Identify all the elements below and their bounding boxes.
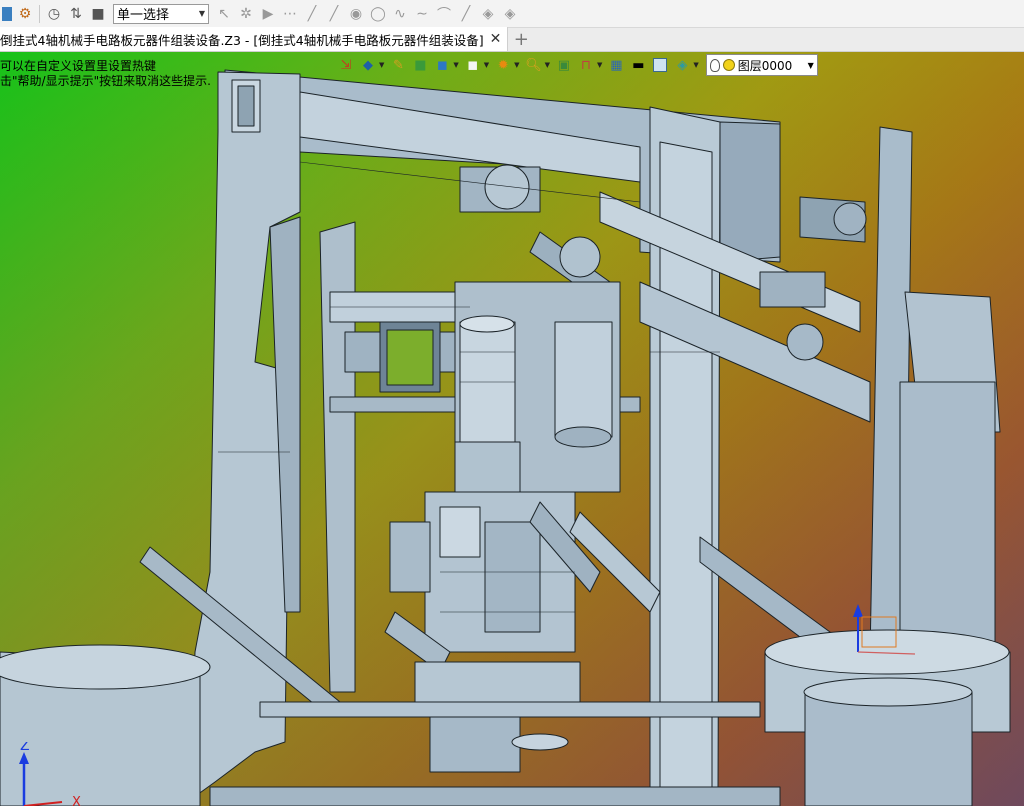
- assembly-model[interactable]: [0, 52, 1024, 806]
- document-tab-label: 倒挂式4轴机械手电路板元器件组装设备.Z3 - [倒挂式4轴机械手电路板元器件组…: [0, 32, 484, 48]
- selection-mode-select[interactable]: 单一选择 ▼: [113, 3, 209, 24]
- app-icon[interactable]: [2, 6, 12, 21]
- zoom-icon[interactable]: 🔍︎: [523, 55, 545, 75]
- circle-icon[interactable]: ◉: [347, 5, 365, 23]
- chevron-down-icon[interactable]: ▼: [453, 61, 458, 69]
- layer-color-icon: [722, 59, 735, 71]
- shape2-icon[interactable]: ◈: [501, 5, 519, 23]
- gear-icon[interactable]: ✲: [237, 5, 255, 23]
- 3d-viewport[interactable]: 可以在自定义设置里设置热键 击"帮助/显示提示"按钮来取消这些提示. ⇲ ◆ ▼ …: [0, 52, 1024, 806]
- picture-icon[interactable]: ▣: [553, 55, 575, 75]
- box-green-icon[interactable]: ■: [409, 55, 431, 75]
- bulb-icon: [709, 58, 720, 72]
- line-icon[interactable]: ╱: [303, 5, 321, 23]
- document-tab[interactable]: 倒挂式4轴机械手电路板元器件组装设备.Z3 - [倒挂式4轴机械手电路板元器件组…: [0, 27, 509, 51]
- z-axis-label: Z: [20, 742, 30, 754]
- point-icon[interactable]: ⋯: [281, 5, 299, 23]
- chevron-down-icon: ▼: [807, 60, 814, 70]
- chevron-down-icon[interactable]: ▼: [545, 61, 550, 69]
- axis-triad: Z X: [19, 742, 81, 806]
- color-swatch-icon[interactable]: [649, 55, 671, 75]
- layers-icon[interactable]: ◈: [671, 55, 693, 75]
- chevron-down-icon: ▼: [198, 9, 205, 18]
- import-icon[interactable]: ⇲: [335, 55, 357, 75]
- stop-icon[interactable]: ■: [89, 5, 107, 23]
- display-icon[interactable]: ▦: [605, 55, 627, 75]
- view-orient-icon[interactable]: ◆: [357, 55, 379, 75]
- new-tab-button[interactable]: +: [508, 27, 534, 51]
- render-icon[interactable]: ✹: [492, 55, 514, 75]
- chevron-down-icon[interactable]: ▼: [514, 61, 519, 69]
- chevron-down-icon[interactable]: ▼: [379, 61, 384, 69]
- chevron-down-icon[interactable]: ▼: [693, 61, 698, 69]
- chevron-down-icon[interactable]: ▼: [597, 61, 602, 69]
- wave-icon[interactable]: ∼: [413, 5, 431, 23]
- close-icon[interactable]: ✕: [490, 31, 502, 47]
- play-icon[interactable]: ▶: [259, 5, 277, 23]
- arc-icon[interactable]: ⌒: [435, 5, 453, 23]
- color-black-icon[interactable]: ▬: [627, 55, 649, 75]
- main-toolbar: ⚙ ◷ ⇅ ■ 单一选择 ▼ ↖ ✲ ▶ ⋯ ╱ ╱ ◉ ◯ ∿ ∼ ⌒ ╱ ◈…: [0, 0, 1024, 28]
- layer-select[interactable]: 图层0000 ▼: [705, 54, 818, 76]
- frame-icon[interactable]: ⊓: [575, 55, 597, 75]
- toolbar-separator: [39, 4, 40, 23]
- x-axis-label: X: [72, 795, 81, 806]
- document-tabbar: 倒挂式4轴机械手电路板元器件组装设备.Z3 - [倒挂式4轴机械手电路板元器件组…: [0, 27, 1024, 52]
- hint-line-2: 击"帮助/显示提示"按钮来取消这些提示.: [0, 74, 211, 88]
- pencil-icon[interactable]: ✎: [387, 55, 409, 75]
- layer-name: 图层0000: [737, 58, 793, 73]
- selection-mode-value: 单一选择: [117, 8, 170, 23]
- filter-icon[interactable]: ⇅: [67, 5, 85, 23]
- shape-icon[interactable]: ◈: [479, 5, 497, 23]
- chevron-down-icon[interactable]: ▼: [484, 61, 489, 69]
- cube-icon[interactable]: ◼: [431, 55, 453, 75]
- curve-icon[interactable]: ∿: [391, 5, 409, 23]
- circle2-icon[interactable]: ◯: [369, 5, 387, 23]
- pen-icon[interactable]: ╱: [457, 5, 475, 23]
- cube-white-icon[interactable]: ◼: [462, 55, 484, 75]
- pointer-icon[interactable]: ↖: [215, 5, 233, 23]
- history-icon[interactable]: ◷: [45, 5, 63, 23]
- line2-icon[interactable]: ╱: [325, 5, 343, 23]
- viewport-toolbar: ⇲ ◆ ▼ ✎ ■ ◼ ▼ ◼ ▼ ✹ ▼ 🔍︎ ▼ ▣ ⊓ ▼ ▦ ▬ ◈ ▼ 图层0000…: [335, 54, 818, 76]
- settings-icon[interactable]: ⚙: [16, 5, 34, 23]
